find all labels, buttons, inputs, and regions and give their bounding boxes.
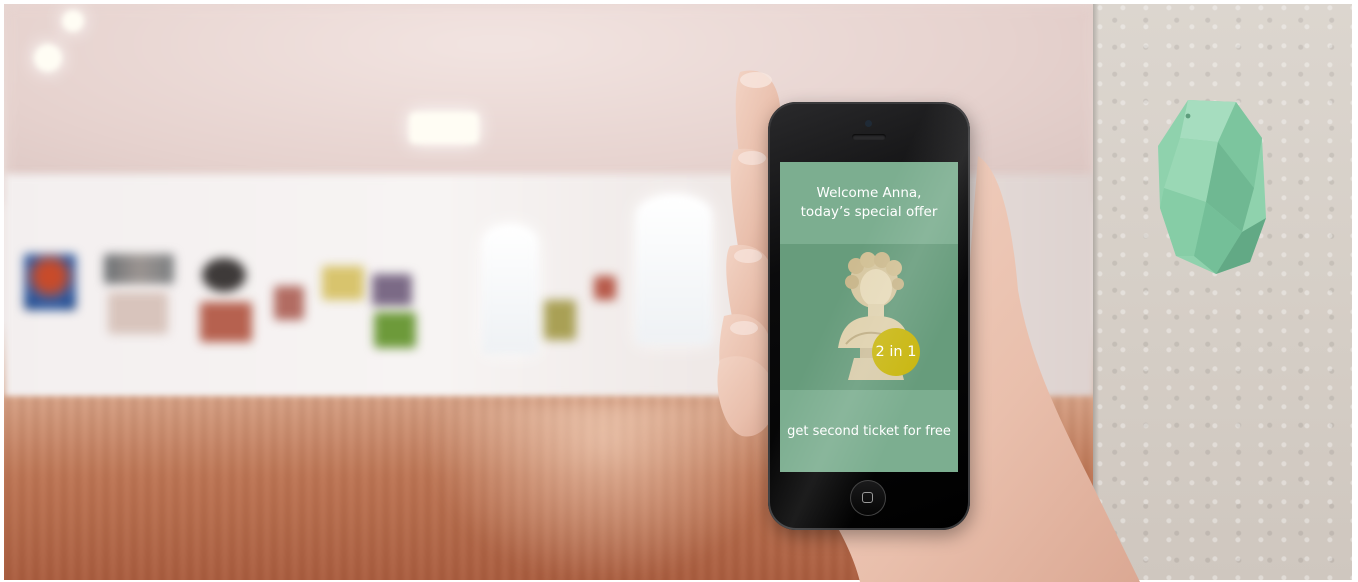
- home-button-icon[interactable]: [850, 480, 886, 516]
- offer-text[interactable]: get second ticket for free: [780, 390, 958, 472]
- greeting-line-1: Welcome Anna,: [816, 185, 922, 201]
- welcome-header: Welcome Anna, today’s special offer: [780, 162, 958, 244]
- beacon-device-icon: [1158, 100, 1266, 274]
- gallery-window: [482, 224, 538, 354]
- offer-panel[interactable]: 2 in 1: [780, 244, 958, 390]
- painting: [372, 274, 412, 306]
- painting: [200, 302, 252, 342]
- photo-scene: Welcome Anna, today’s special offer 2 in…: [0, 0, 1358, 582]
- ceiling-light: [62, 10, 84, 32]
- greeting-line-2: today’s special offer: [800, 204, 938, 220]
- phone-screen: Welcome Anna, today’s special offer 2 in…: [780, 162, 958, 472]
- painting: [374, 312, 416, 348]
- front-camera: [865, 120, 872, 127]
- offer-badge: 2 in 1: [872, 328, 920, 376]
- painting: [104, 254, 174, 284]
- ceiling-light: [409, 112, 479, 144]
- earpiece-speaker: [852, 134, 886, 140]
- ceiling-light: [34, 44, 62, 72]
- painting: [202, 258, 246, 292]
- painting: [108, 292, 168, 334]
- painting: [544, 300, 576, 340]
- painting: [594, 276, 616, 300]
- home-square-glyph: [862, 492, 873, 503]
- painting: [274, 286, 304, 320]
- painting: [24, 254, 76, 310]
- painting: [322, 266, 364, 300]
